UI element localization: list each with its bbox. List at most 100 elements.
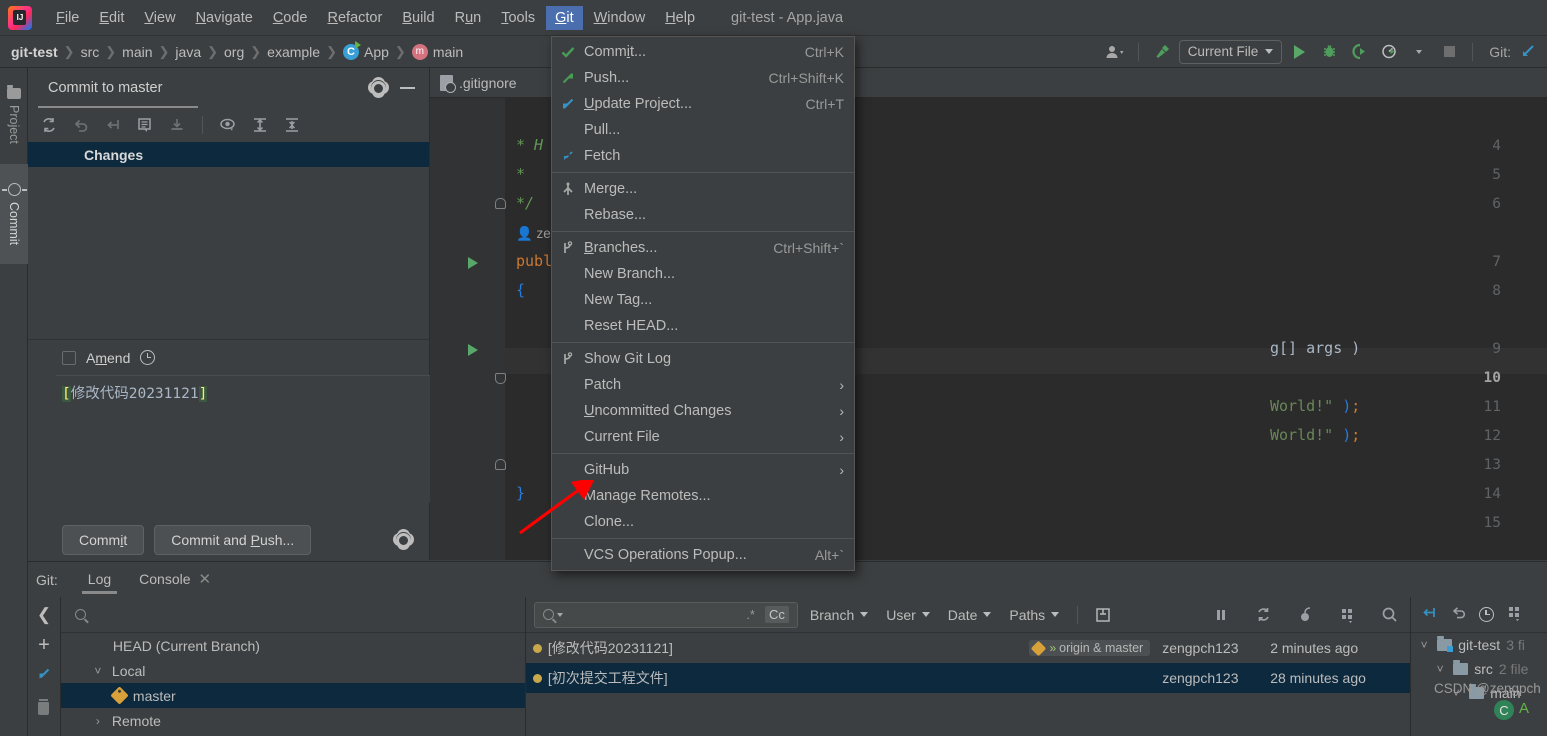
chevron-down-icon[interactable]: ˅ bbox=[1417, 638, 1431, 652]
commit-ref-badge[interactable]: » origin & master bbox=[1029, 640, 1151, 656]
breadcrumb-item-main[interactable]: main bbox=[119, 42, 155, 62]
tab-console[interactable]: Console ✕ bbox=[127, 564, 223, 596]
menu-item-reset-head[interactable]: Reset HEAD... bbox=[552, 313, 854, 339]
tree-row-remote[interactable]: › Remote bbox=[61, 708, 525, 733]
editor-gutter[interactable] bbox=[430, 98, 505, 560]
refresh-icon[interactable] bbox=[1250, 602, 1276, 628]
menu-item-show-git-log[interactable]: Show Git Log bbox=[552, 346, 854, 372]
menu-code[interactable]: Code bbox=[264, 6, 317, 30]
breadcrumb-item-project[interactable]: git-test bbox=[8, 42, 61, 62]
details-tree-row[interactable]: ˅ git-test 3 fi bbox=[1411, 633, 1547, 657]
plus-icon[interactable]: + bbox=[38, 635, 50, 655]
chevron-right-icon[interactable]: › bbox=[91, 714, 105, 728]
details-tree-row[interactable]: ˅ src 2 file bbox=[1411, 657, 1547, 681]
move-to-changelist-icon[interactable] bbox=[100, 112, 126, 138]
menu-help[interactable]: Help bbox=[656, 6, 704, 30]
menu-item-patch[interactable]: Patch › bbox=[552, 372, 854, 398]
commit-history-icon[interactable] bbox=[140, 350, 156, 365]
shelve-icon[interactable] bbox=[164, 112, 190, 138]
close-icon[interactable]: ✕ bbox=[199, 570, 212, 588]
user-account-icon[interactable] bbox=[1102, 40, 1128, 64]
branch-search-input[interactable] bbox=[60, 597, 525, 633]
breadcrumb-item-class[interactable]: C App bbox=[340, 40, 392, 62]
menu-item-vcs-operations-popup[interactable]: VCS Operations Popup... Alt+` bbox=[552, 542, 854, 568]
breadcrumb-item-src[interactable]: src bbox=[78, 42, 103, 62]
commit-button[interactable]: Commit bbox=[62, 525, 145, 555]
rollback-icon[interactable] bbox=[68, 112, 94, 138]
menu-tools[interactable]: Tools bbox=[492, 6, 544, 30]
intellisort-icon[interactable] bbox=[1090, 602, 1116, 628]
commit-and-push-button[interactable]: Commit and Push... bbox=[154, 525, 312, 555]
expand-all-icon[interactable] bbox=[247, 112, 273, 138]
chevron-down-icon[interactable]: ˅ bbox=[91, 664, 105, 678]
tree-row-local[interactable]: ˅ Local bbox=[61, 658, 525, 683]
changelist-icon[interactable] bbox=[132, 112, 158, 138]
options-icon[interactable] bbox=[1506, 604, 1523, 626]
editor-tab-gitignore[interactable]: .gitignore bbox=[430, 68, 527, 98]
cherry-pick-icon[interactable] bbox=[1292, 602, 1318, 628]
run-gutter-icon[interactable] bbox=[468, 344, 478, 356]
commit-message-input[interactable]: [修改代码20231121] bbox=[56, 375, 430, 503]
fold-marker-icon[interactable] bbox=[495, 373, 506, 384]
regex-toggle[interactable]: .* bbox=[746, 607, 755, 622]
show-details-icon[interactable] bbox=[1334, 602, 1360, 628]
filter-date[interactable]: Date bbox=[942, 607, 998, 623]
commit-row[interactable]: [初次提交工程文件] zengpch123 28 minutes ago bbox=[525, 663, 1411, 693]
menu-git[interactable]: Git bbox=[546, 5, 583, 30]
fold-marker-icon[interactable] bbox=[495, 198, 506, 209]
chevron-down-icon[interactable] bbox=[556, 612, 563, 617]
menu-item-rebase[interactable]: Rebase... bbox=[552, 202, 854, 228]
menu-item-merge[interactable]: Merge... bbox=[552, 176, 854, 202]
checkout-icon[interactable] bbox=[35, 665, 53, 688]
sidebar-item-commit[interactable]: Commit bbox=[0, 164, 28, 264]
menu-item-new-tag[interactable]: New Tag... bbox=[552, 287, 854, 313]
changes-list[interactable] bbox=[28, 167, 429, 339]
menu-item-new-branch[interactable]: New Branch... bbox=[552, 261, 854, 287]
build-hammer-icon[interactable] bbox=[1149, 40, 1175, 64]
gear-icon[interactable] bbox=[371, 80, 386, 96]
tab-log[interactable]: Log bbox=[76, 565, 123, 595]
menu-build[interactable]: Build bbox=[393, 6, 443, 30]
menu-navigate[interactable]: Navigate bbox=[187, 6, 262, 30]
breadcrumb-item-org[interactable]: org bbox=[221, 42, 247, 62]
commit-options-gear-icon[interactable] bbox=[396, 532, 411, 548]
sidebar-item-project[interactable]: Project bbox=[0, 68, 28, 164]
trash-icon[interactable] bbox=[38, 699, 50, 715]
minimize-icon[interactable] bbox=[400, 87, 415, 89]
chevron-down-icon[interactable]: ˅ bbox=[1433, 662, 1447, 676]
commit-row[interactable]: [修改代码20231121] » origin & master zengpch… bbox=[526, 633, 1410, 663]
menu-item-fetch[interactable]: Fetch bbox=[552, 143, 854, 169]
menu-file[interactable]: File bbox=[47, 6, 88, 30]
menu-item-uncommitted-changes[interactable]: Uncommitted Changes › bbox=[552, 398, 854, 424]
log-search-input[interactable]: .* Cc bbox=[533, 601, 798, 628]
tree-row-master[interactable]: master bbox=[60, 683, 525, 708]
git-update-icon[interactable] bbox=[1515, 40, 1541, 64]
revert-icon[interactable] bbox=[1450, 604, 1467, 626]
menu-run[interactable]: Run bbox=[446, 6, 491, 30]
run-with-coverage-icon[interactable] bbox=[1346, 40, 1372, 64]
history-icon[interactable] bbox=[1479, 607, 1495, 622]
menu-window[interactable]: Window bbox=[585, 6, 655, 30]
menu-item-push[interactable]: Push... Ctrl+Shift+K bbox=[552, 65, 854, 91]
pause-icon[interactable] bbox=[1208, 602, 1234, 628]
profiler-dropdown-icon[interactable] bbox=[1406, 40, 1432, 64]
back-chevron-icon[interactable]: ❮ bbox=[37, 605, 51, 625]
search-icon[interactable] bbox=[1376, 602, 1402, 628]
menu-item-pull[interactable]: Pull... bbox=[552, 117, 854, 143]
stop-button[interactable] bbox=[1436, 40, 1462, 64]
profiler-icon[interactable] bbox=[1376, 40, 1402, 64]
changes-node[interactable]: Changes bbox=[28, 142, 429, 167]
case-sensitive-toggle[interactable]: Cc bbox=[764, 606, 789, 623]
breadcrumb-item-java[interactable]: java bbox=[172, 42, 204, 62]
run-gutter-icon[interactable] bbox=[468, 257, 478, 269]
filter-user[interactable]: User bbox=[880, 607, 936, 623]
amend-label[interactable]: Amend bbox=[86, 350, 130, 366]
menu-item-branches[interactable]: Branches... Ctrl+Shift+` bbox=[552, 235, 854, 261]
refresh-icon[interactable] bbox=[36, 112, 62, 138]
preview-diff-icon[interactable] bbox=[215, 112, 241, 138]
tree-row-head[interactable]: HEAD (Current Branch) bbox=[61, 633, 525, 658]
menu-item-commit[interactable]: Commit... Ctrl+K bbox=[552, 39, 854, 65]
menu-edit[interactable]: Edit bbox=[90, 6, 133, 30]
filter-paths[interactable]: Paths bbox=[1003, 607, 1065, 623]
collapse-icon[interactable] bbox=[1421, 604, 1438, 626]
